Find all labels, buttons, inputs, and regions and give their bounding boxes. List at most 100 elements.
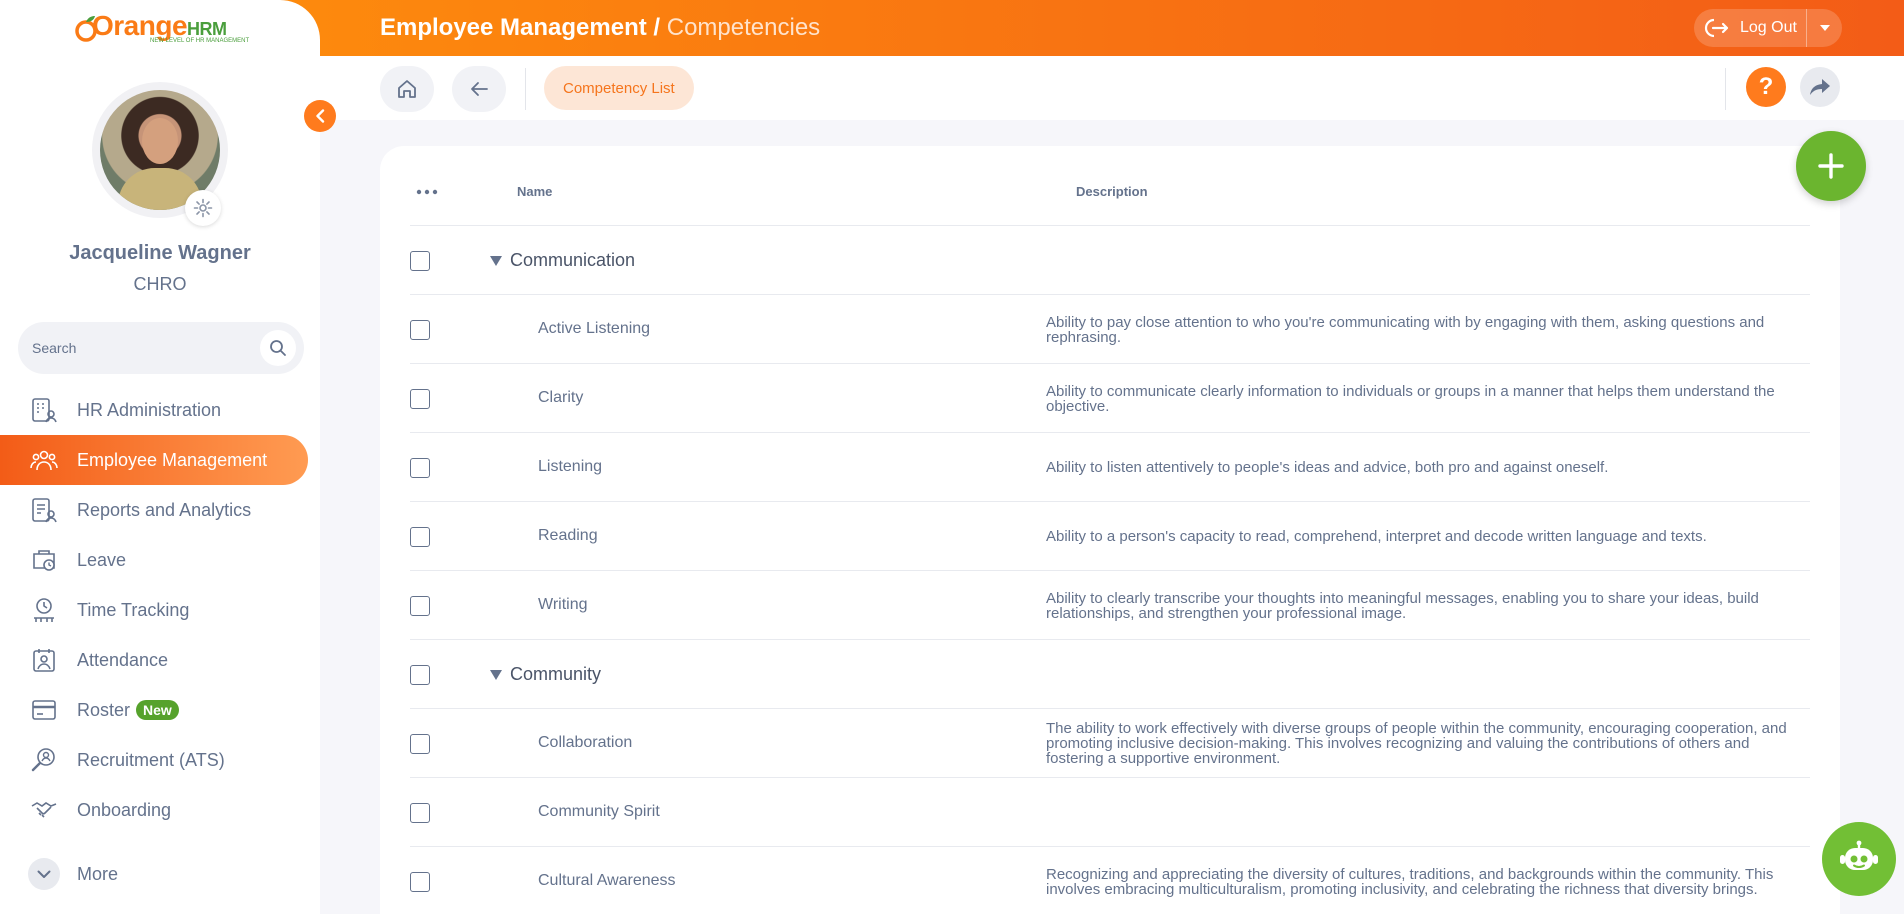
- competency-description: Ability to pay close attention to who yo…: [1046, 314, 1765, 346]
- row-checkbox[interactable]: [410, 389, 430, 409]
- module-title: Employee Management /: [380, 14, 661, 41]
- group-name: Community: [510, 664, 602, 684]
- table-row[interactable]: Clarity Ability to communicate clearly in…: [410, 364, 1810, 433]
- sidebar-item-label: Onboarding: [77, 799, 172, 820]
- row-checkbox[interactable]: [410, 596, 430, 616]
- sidebar-search: [18, 322, 304, 374]
- competency-description: Recognizing and appreciating the diversi…: [1046, 866, 1774, 898]
- group-toggle[interactable]: Communication: [490, 250, 635, 271]
- search-icon: [270, 340, 286, 356]
- row-checkbox[interactable]: [410, 872, 430, 892]
- sidebar-more-button[interactable]: More: [28, 858, 118, 890]
- sidebar-item-label: Employee Management: [77, 449, 268, 470]
- sidebar-item-roster[interactable]: Roster New: [0, 685, 320, 735]
- toolbar-divider: [525, 68, 526, 110]
- table-body: Communication Active Listening Ability to …: [410, 226, 1810, 914]
- row-checkbox[interactable]: [410, 458, 430, 478]
- column-header-name[interactable]: Name: [517, 184, 552, 199]
- share-button[interactable]: [1800, 67, 1840, 107]
- arrow-left-icon: [471, 82, 488, 96]
- search-input[interactable]: [32, 322, 262, 374]
- competency-description: Ability to listen attentively to people'…: [1046, 459, 1609, 476]
- sidebar-item-reports-and-analytics[interactable]: Reports and Analytics: [0, 485, 320, 535]
- sidebar-collapse-button[interactable]: [304, 100, 336, 132]
- competency-description: Ability to a person's capacity to read, …: [1046, 528, 1707, 545]
- logo-suffix: HRM: [187, 19, 227, 39]
- sidebar-item-label: Attendance: [77, 649, 169, 670]
- page-subtitle: Competencies: [666, 14, 821, 41]
- sidebar-item-label: Roster: [77, 699, 131, 720]
- sidebar-item-label: Recruitment (ATS): [77, 749, 225, 770]
- triangle-down-icon: [490, 255, 502, 266]
- column-header-description[interactable]: Description: [1076, 184, 1148, 199]
- user-name: Jacqueline Wagner: [69, 242, 251, 264]
- table-row[interactable]: Reading Ability to a person's capacity to…: [410, 502, 1810, 571]
- back-button[interactable]: [452, 66, 506, 112]
- recruitment-icon: [28, 744, 60, 776]
- row-checkbox[interactable]: [410, 803, 430, 823]
- home-icon: [398, 80, 416, 98]
- row-checkbox[interactable]: [410, 527, 430, 547]
- sidebar-item-label: Time Tracking: [77, 599, 190, 620]
- table-row[interactable]: Community Spirit: [410, 778, 1810, 847]
- sidebar-item-time-tracking[interactable]: Time Tracking: [0, 585, 320, 635]
- sidebar-item-hr-administration[interactable]: HR Administration: [0, 385, 320, 435]
- row-checkbox[interactable]: [410, 251, 430, 271]
- toolbar-divider-right: [1725, 68, 1726, 110]
- competency-description: Ability to communicate clearly informati…: [1046, 383, 1775, 415]
- column-options-button[interactable]: [416, 182, 438, 200]
- sidebar-nav: HR Administration Employee Management Repo…: [0, 385, 320, 835]
- caret-down-icon: [1819, 25, 1830, 31]
- logo-main: Orange: [92, 10, 188, 41]
- gear-icon: [193, 198, 213, 218]
- help-button[interactable]: ?: [1746, 67, 1786, 107]
- avatar-face: [142, 118, 178, 164]
- row-checkbox[interactable]: [410, 320, 430, 340]
- orangehrm-logo[interactable]: OrangeHRM NEW LEVEL OF HR MANAGEMENT: [74, 10, 249, 48]
- onboarding-icon: [28, 794, 60, 826]
- chevron-down-icon: [28, 858, 60, 890]
- competency-description: The ability to work effectively with div…: [1046, 720, 1787, 767]
- row-checkbox[interactable]: [410, 665, 430, 685]
- sidebar-item-leave[interactable]: Leave: [0, 535, 320, 585]
- sidebar-item-label: HR Administration: [77, 399, 222, 420]
- sidebar-item-recruitment-ats[interactable]: Recruitment (ATS): [0, 735, 320, 785]
- more-label: More: [77, 863, 119, 884]
- group-toggle[interactable]: Community: [490, 664, 601, 685]
- sidebar: OrangeHRM NEW LEVEL OF HR MANAGEMENT Jac…: [0, 0, 320, 914]
- logout-dropdown-toggle[interactable]: [1806, 9, 1842, 47]
- row-checkbox[interactable]: [410, 734, 430, 754]
- sidebar-item-label: Reports and Analytics: [77, 499, 252, 520]
- sidebar-item-attendance[interactable]: Attendance: [0, 635, 320, 685]
- employee-icon: [28, 444, 60, 476]
- sub-toolbar: Competency List ?: [320, 56, 1904, 120]
- search-button[interactable]: [260, 330, 296, 366]
- tab-competency-list[interactable]: Competency List: [544, 66, 694, 110]
- table-row[interactable]: Writing Ability to clearly transcribe you…: [410, 571, 1810, 640]
- group-row[interactable]: Community: [410, 640, 1810, 709]
- table-row[interactable]: Listening Ability to listen attentively t…: [410, 433, 1810, 502]
- sidebar-item-employee-management[interactable]: Employee Management: [0, 435, 308, 485]
- reports-icon: [28, 494, 60, 526]
- add-competency-button[interactable]: [1796, 131, 1866, 201]
- home-button[interactable]: [380, 66, 434, 112]
- competency-name: Collaboration: [538, 734, 633, 751]
- hr-admin-icon: [28, 394, 60, 426]
- group-name: Communication: [510, 250, 636, 270]
- sidebar-item-onboarding[interactable]: Onboarding: [0, 785, 320, 835]
- sidebar-item-label: Leave: [77, 549, 127, 570]
- attendance-icon: [28, 644, 60, 676]
- competency-name: Writing: [538, 596, 588, 613]
- table-header: Name Description: [410, 146, 1810, 226]
- table-row[interactable]: Cultural Awareness Recognizing and apprec…: [410, 847, 1810, 914]
- profile-settings-button[interactable]: [185, 190, 221, 226]
- logout-label: Log Out: [1740, 19, 1797, 36]
- logout-icon: [1704, 18, 1729, 38]
- chatbot-button[interactable]: [1822, 822, 1896, 896]
- group-row[interactable]: Communication: [410, 226, 1810, 295]
- logout-button[interactable]: Log Out: [1694, 9, 1806, 47]
- competency-description: Ability to clearly transcribe your thoug…: [1046, 590, 1759, 622]
- competency-name: Listening: [538, 458, 603, 475]
- table-row[interactable]: Collaboration The ability to work effecti…: [410, 709, 1810, 778]
- table-row[interactable]: Active Listening Ability to pay close att…: [410, 295, 1810, 364]
